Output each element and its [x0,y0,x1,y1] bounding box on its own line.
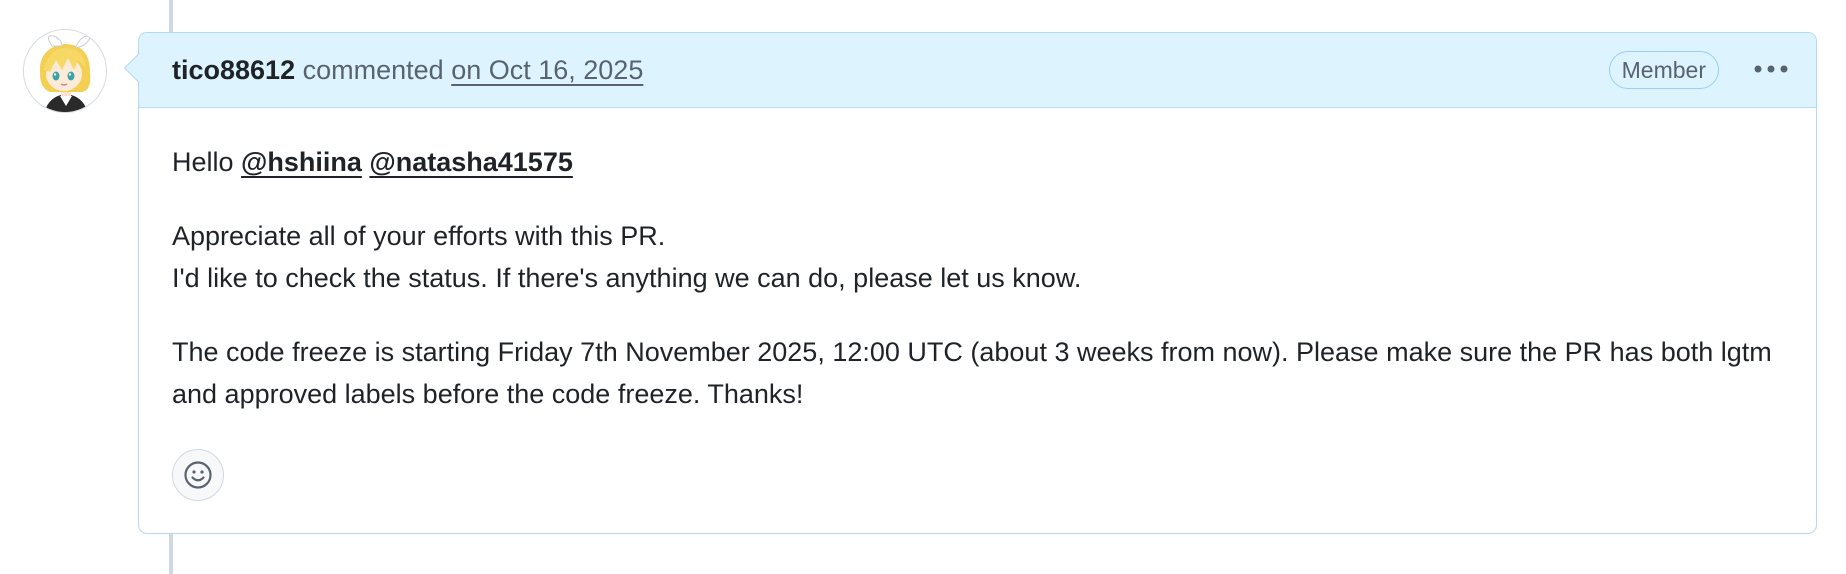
comment-caret [123,53,153,83]
comment-card: tico88612 commented on Oct 16, 2025 Memb… [123,32,1817,534]
comment-header: tico88612 commented on Oct 16, 2025 Memb… [123,33,1816,108]
mention-link[interactable]: @hshiina [241,147,362,177]
add-reaction-button[interactable] [172,449,224,501]
greeting-text: Hello [172,147,234,177]
author-avatar[interactable] [23,29,107,113]
code-freeze-paragraph: The code freeze is starting Friday 7th N… [172,337,1772,409]
comment-meta: tico88612 commented on Oct 16, 2025 [172,54,643,86]
member-badge: Member [1608,51,1719,89]
comment-options-button[interactable] [1746,49,1796,89]
smiley-icon [184,461,212,489]
author-link[interactable]: tico88612 [172,55,295,85]
comment-action: commented [302,55,444,85]
kebab-horizontal-icon [1754,65,1788,73]
comment-body: Hello @hshiina @natasha41575 Appreciate … [172,141,1788,447]
status-check-line: I'd like to check the status. If there's… [172,263,1082,293]
appreciation-line: Appreciate all of your efforts with this… [172,221,666,251]
status-paragraph: Appreciate all of your efforts with this… [172,215,1788,299]
comment-date-link[interactable]: on Oct 16, 2025 [451,55,643,85]
mention-link[interactable]: @natasha41575 [369,147,572,177]
avatar-image [24,30,106,112]
greeting-paragraph: Hello @hshiina @natasha41575 [172,141,1788,183]
